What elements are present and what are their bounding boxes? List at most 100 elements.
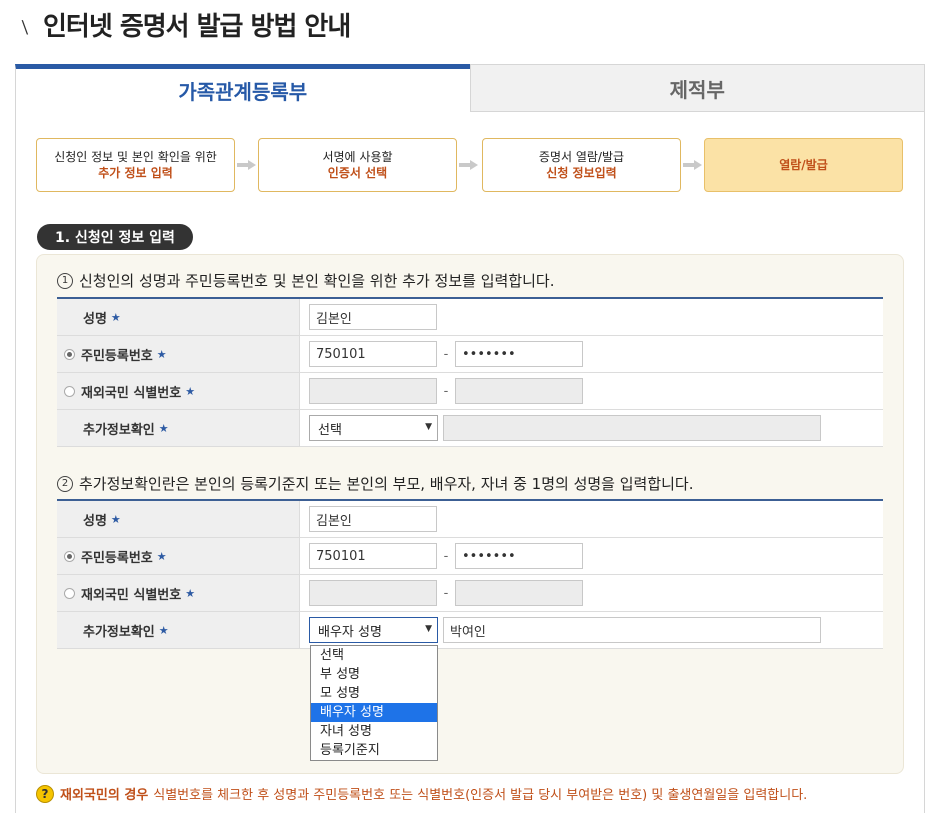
- rrn-separator: -: [443, 346, 449, 362]
- dropdown-option-selected[interactable]: 배우자 성명: [311, 703, 437, 722]
- example-form: 성명 ★ 김본인 주민등록번호 ★ 750101 - ••••••• 재외국민 식별…: [57, 499, 883, 649]
- foreign-id-label: 재외국민 식별번호 ★: [57, 373, 300, 409]
- step-arrow-icon: [459, 160, 479, 170]
- extra-select[interactable]: 배우자 성명 ▼: [309, 617, 438, 643]
- step-2: 서명에 사용할 인증서 선택: [258, 138, 457, 192]
- form-row-extra: 추가정보확인 ★ 배우자 성명 ▼ 박여인: [57, 612, 883, 649]
- form-row-foreign-id: 재외국민 식별번호 ★ -: [57, 575, 883, 612]
- instruction-2-text: 추가정보확인란은 본인의 등록기준지 또는 본인의 부모, 배우자, 자녀 중 …: [79, 475, 694, 493]
- help-note-bold: 재외국민의 경우: [60, 788, 149, 803]
- rrn-back-input[interactable]: •••••••: [455, 543, 583, 569]
- step-1-line2: 추가 정보 입력: [98, 166, 173, 180]
- rrn-front-input[interactable]: 750101: [309, 543, 437, 569]
- name-label: 성명 ★: [57, 501, 300, 537]
- dropdown-option[interactable]: 모 성명: [311, 684, 437, 703]
- extra-select-value: 배우자 성명: [318, 624, 382, 640]
- applicant-form: 성명 ★ 김본인 주민등록번호 ★ 750101 - ••••••• 재외국민 식별…: [57, 297, 883, 447]
- extra-select[interactable]: 선택 ▼: [309, 415, 438, 441]
- name-label-text: 성명: [83, 311, 107, 327]
- chevron-down-icon: ▼: [425, 624, 432, 634]
- chevron-down-icon: ▼: [425, 422, 432, 432]
- step-3-line2: 신청 정보입력: [546, 166, 617, 180]
- step-indicator: 신청인 정보 및 본인 확인을 위한 추가 정보 입력 서명에 사용할 인증서 …: [36, 138, 906, 192]
- name-input[interactable]: 김본인: [309, 506, 437, 532]
- name-value-cell: 김본인: [300, 299, 883, 335]
- rrn-value-cell: 750101 - •••••••: [300, 538, 883, 574]
- required-star-icon: ★: [185, 384, 196, 398]
- step-3-line1: 증명서 열람/발급: [538, 150, 625, 164]
- name-input[interactable]: 김본인: [309, 304, 437, 330]
- rrn-label: 주민등록번호 ★: [57, 336, 300, 372]
- instruction-2-number: 2: [57, 475, 73, 492]
- instruction-1-number: 1: [57, 272, 73, 289]
- instruction-1: 1 신청인의 성명과 주민등록번호 및 본인 확인을 위한 추가 정보를 입력합…: [57, 270, 554, 291]
- section-badge: 1. 신청인 정보 입력: [37, 224, 193, 250]
- dropdown-option[interactable]: 선택: [311, 646, 437, 665]
- form-row-name: 성명 ★ 김본인: [57, 501, 883, 538]
- rrn-radio[interactable]: [64, 550, 75, 562]
- rrn-value-cell: 750101 - •••••••: [300, 336, 883, 372]
- extra-select-value: 선택: [318, 422, 342, 438]
- help-note-text: 식별번호를 체크한 후 성명과 주민등록번호 또는 식별번호(인증서 발급 당시…: [153, 788, 808, 803]
- extra-select-dropdown: 선택 부 성명 모 성명 배우자 성명 자녀 성명 등록기준지: [310, 645, 438, 761]
- step-3: 증명서 열람/발급 신청 정보입력: [482, 138, 681, 192]
- extra-label-text: 추가정보확인: [83, 422, 155, 438]
- required-star-icon: ★: [110, 310, 121, 324]
- step-1-line1: 신청인 정보 및 본인 확인을 위한: [54, 150, 217, 164]
- page-title: ﹨ 인터넷 증명서 발급 방법 안내: [14, 6, 351, 42]
- name-label: 성명 ★: [57, 299, 300, 335]
- foreign-id-front-input: [309, 580, 437, 606]
- foreign-id-radio[interactable]: [64, 385, 75, 397]
- foreign-id-radio[interactable]: [64, 587, 75, 599]
- instruction-1-text: 신청인의 성명과 주민등록번호 및 본인 확인을 위한 추가 정보를 입력합니다…: [79, 272, 555, 290]
- tab-removed-register[interactable]: 제적부: [469, 64, 925, 112]
- required-star-icon: ★: [158, 421, 169, 435]
- help-note: ? 재외국민의 경우 식별번호를 체크한 후 성명과 주민등록번호 또는 식별번…: [36, 784, 807, 803]
- rrn-back-input[interactable]: •••••••: [455, 341, 583, 367]
- step-arrow-icon: [683, 160, 703, 170]
- rrn-front-input[interactable]: 750101: [309, 341, 437, 367]
- extra-value-cell: 선택 ▼: [300, 410, 883, 446]
- foreign-id-separator: -: [443, 383, 449, 399]
- step-arrow-icon: [237, 160, 257, 170]
- foreign-id-label-text: 재외국민 식별번호: [81, 385, 182, 401]
- step-4: 열람/발급: [704, 138, 903, 192]
- dropdown-option[interactable]: 자녀 성명: [311, 722, 437, 741]
- extra-value-cell: 배우자 성명 ▼ 박여인: [300, 612, 883, 648]
- rrn-label-text: 주민등록번호: [81, 348, 153, 364]
- foreign-id-back-input: [455, 580, 583, 606]
- tab-bar: 가족관계등록부 제적부: [15, 64, 925, 112]
- foreign-id-value-cell: -: [300, 373, 883, 409]
- required-star-icon: ★: [156, 347, 167, 361]
- tab-family-register[interactable]: 가족관계등록부: [15, 64, 470, 112]
- foreign-id-front-input: [309, 378, 437, 404]
- form-row-extra: 추가정보확인 ★ 선택 ▼: [57, 410, 883, 447]
- dropdown-option[interactable]: 등록기준지: [311, 741, 437, 760]
- foreign-id-label: 재외국민 식별번호 ★: [57, 575, 300, 611]
- rrn-label: 주민등록번호 ★: [57, 538, 300, 574]
- form-row-name: 성명 ★ 김본인: [57, 299, 883, 336]
- form-row-rrn: 주민등록번호 ★ 750101 - •••••••: [57, 538, 883, 575]
- name-value-cell: 김본인: [300, 501, 883, 537]
- required-star-icon: ★: [156, 549, 167, 563]
- foreign-id-label-text: 재외국민 식별번호: [81, 587, 182, 603]
- dropdown-option[interactable]: 부 성명: [311, 665, 437, 684]
- extra-label: 추가정보확인 ★: [57, 612, 300, 648]
- extra-input: [443, 415, 821, 441]
- question-icon: ?: [36, 784, 54, 803]
- step-2-line1: 서명에 사용할: [322, 150, 393, 164]
- foreign-id-back-input: [455, 378, 583, 404]
- extra-input[interactable]: 박여인: [443, 617, 821, 643]
- form-row-rrn: 주민등록번호 ★ 750101 - •••••••: [57, 336, 883, 373]
- extra-label: 추가정보확인 ★: [57, 410, 300, 446]
- form-row-foreign-id: 재외국민 식별번호 ★ -: [57, 373, 883, 410]
- rrn-radio[interactable]: [64, 348, 75, 360]
- step-2-line2: 인증서 선택: [327, 166, 388, 180]
- required-star-icon: ★: [158, 623, 169, 637]
- foreign-id-separator: -: [443, 585, 449, 601]
- instruction-2: 2 추가정보확인란은 본인의 등록기준지 또는 본인의 부모, 배우자, 자녀 …: [57, 473, 694, 494]
- required-star-icon: ★: [185, 586, 196, 600]
- name-label-text: 성명: [83, 513, 107, 529]
- step-1: 신청인 정보 및 본인 확인을 위한 추가 정보 입력: [36, 138, 235, 192]
- rrn-separator: -: [443, 548, 449, 564]
